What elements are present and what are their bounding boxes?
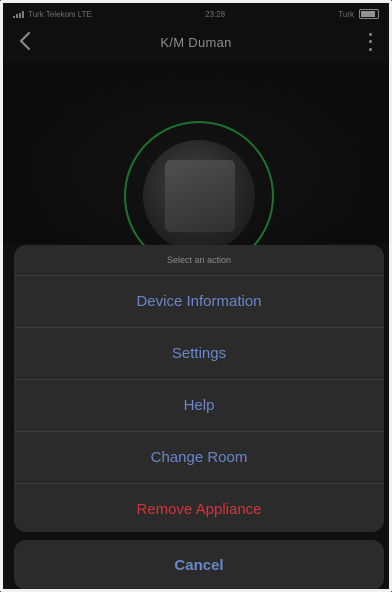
- change-room-button[interactable]: Change Room: [14, 432, 384, 484]
- remove-appliance-button[interactable]: Remove Appliance: [14, 484, 384, 532]
- device-information-button[interactable]: Device Information: [14, 276, 384, 328]
- cancel-button[interactable]: Cancel: [14, 540, 384, 589]
- app-screen: Turk Telekom LTE 23:28 Turk K/M Duman Se…: [0, 0, 392, 592]
- settings-button[interactable]: Settings: [14, 328, 384, 380]
- help-button[interactable]: Help: [14, 380, 384, 432]
- action-sheet: Select an action Device Information Sett…: [14, 245, 384, 532]
- action-sheet-title: Select an action: [14, 245, 384, 276]
